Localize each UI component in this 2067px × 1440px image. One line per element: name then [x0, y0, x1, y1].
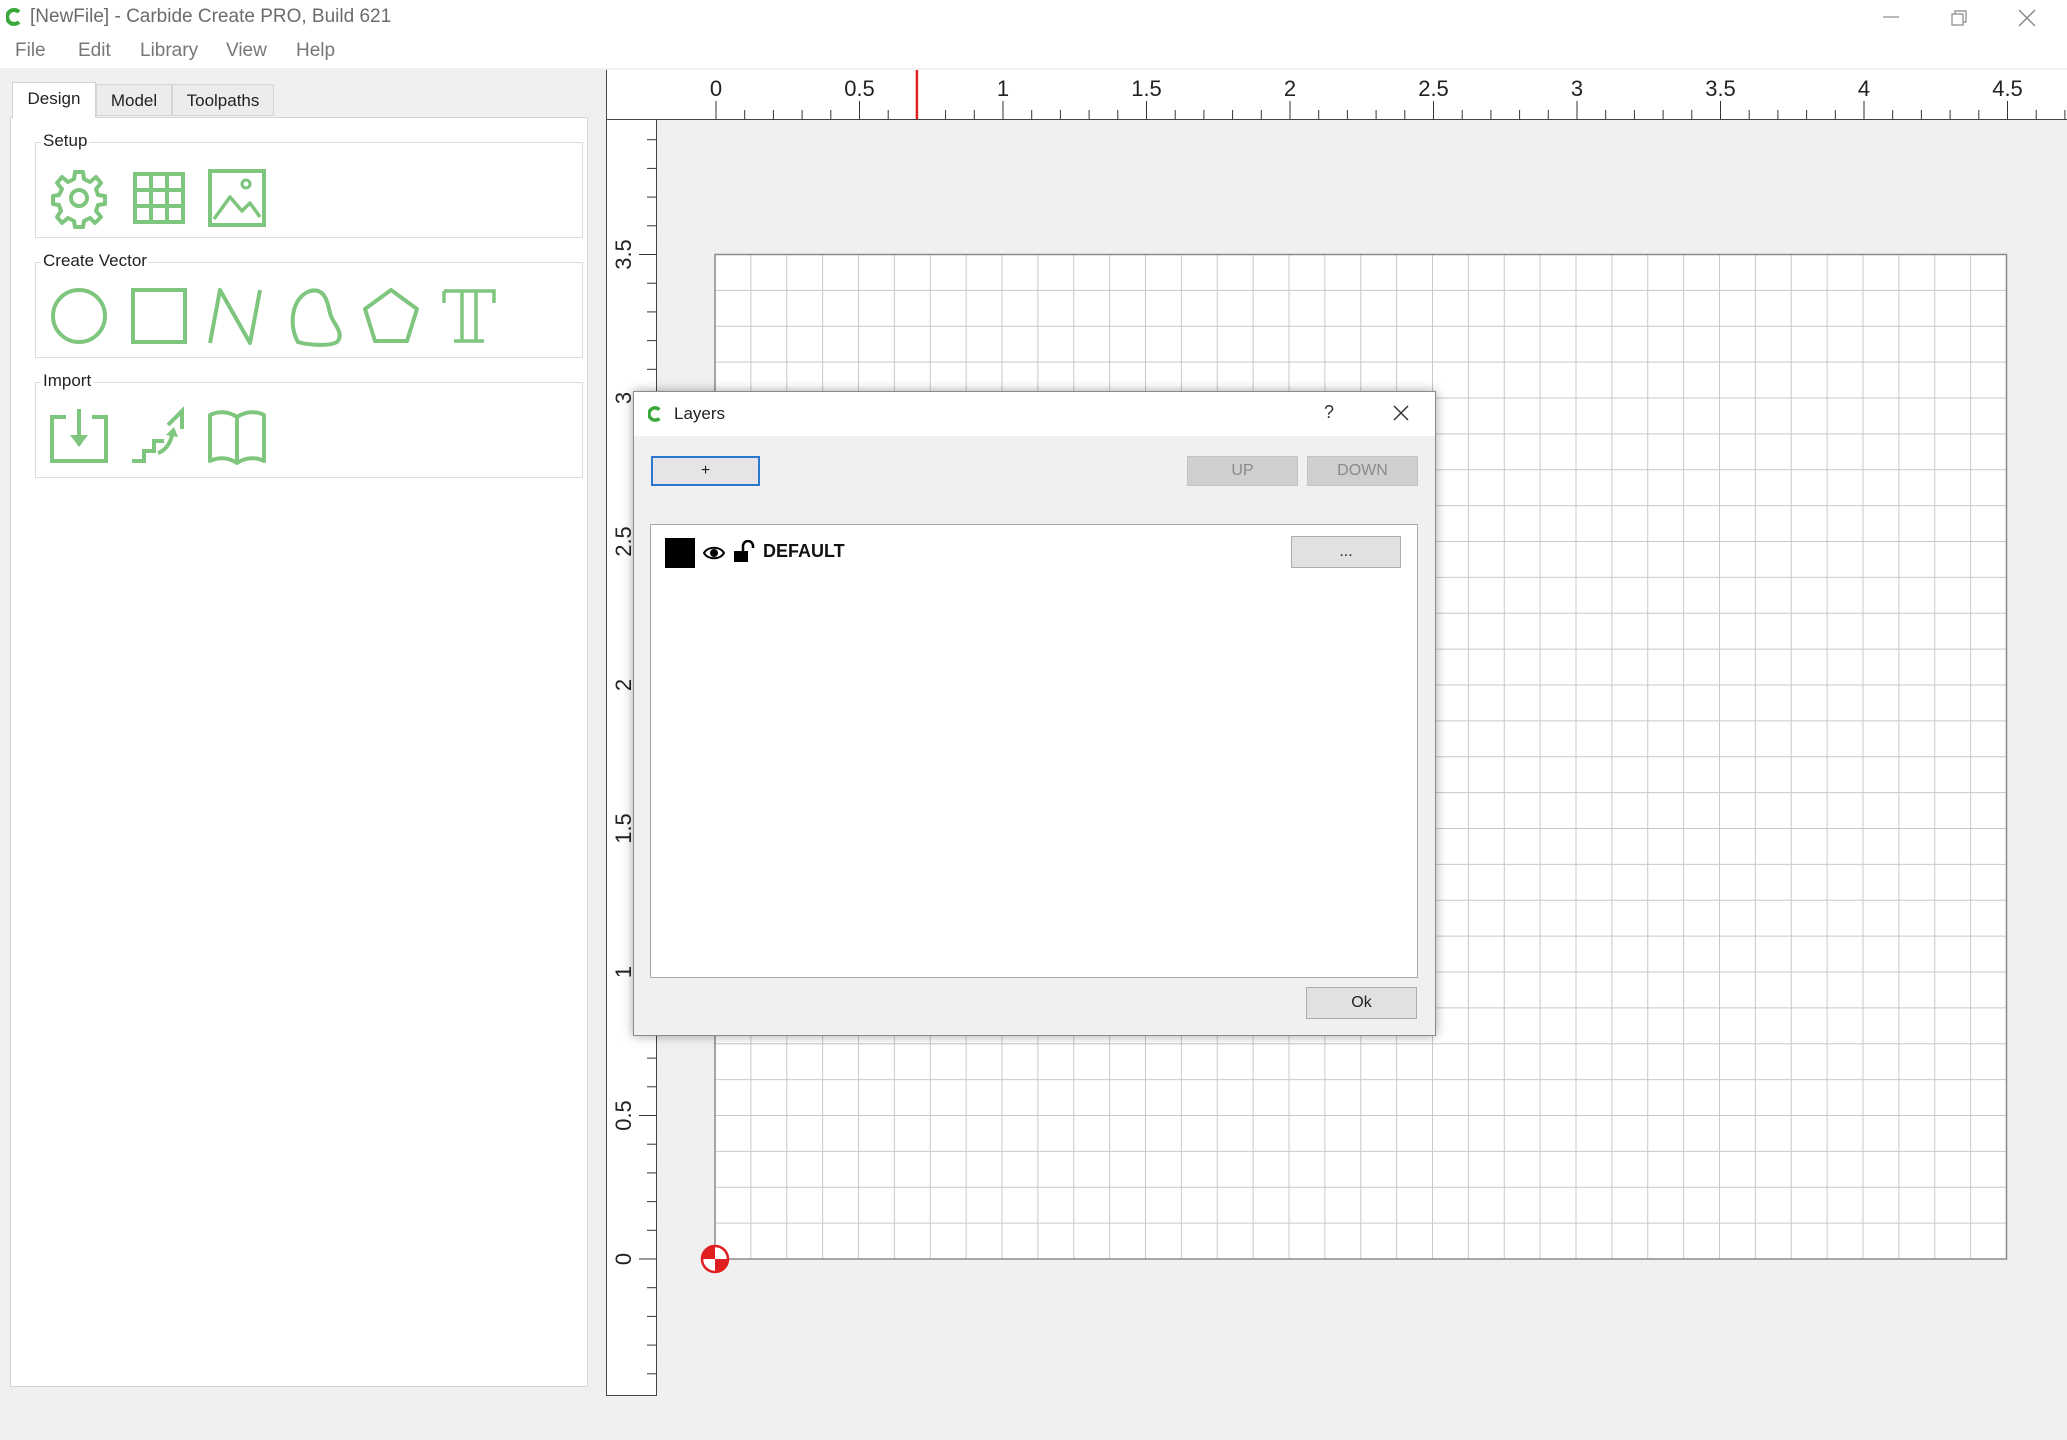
create-vector-group — [35, 262, 583, 358]
job-setup-button[interactable] — [48, 167, 110, 229]
horizontal-ruler: 0 0.5 1 1.5 2 2.5 3 3.5 4 4.5 — [606, 70, 2067, 120]
library-button[interactable] — [206, 405, 268, 467]
unlock-icon[interactable] — [733, 540, 755, 564]
ruler-label-x: 1.5 — [1131, 76, 1162, 101]
grid-icon — [133, 172, 185, 224]
ok-button[interactable]: Ok — [1306, 987, 1417, 1019]
tracing-icon — [132, 406, 184, 463]
curve-icon — [290, 288, 342, 347]
grid-setup-button[interactable] — [128, 167, 190, 229]
ruler-label-y: 3.5 — [611, 239, 636, 270]
menu-view[interactable]: View — [226, 40, 267, 62]
layers-dialog: Layers ? + UP DOWN DEFAULT ... Ok — [633, 391, 1436, 1036]
background-image-button[interactable] — [206, 167, 268, 229]
ruler-label-x: 0 — [710, 76, 722, 101]
ruler-label-y: 0 — [611, 1253, 636, 1265]
gear-icon — [51, 170, 107, 229]
import-group — [35, 382, 583, 478]
ruler-label-x: 3.5 — [1705, 76, 1736, 101]
polyline-icon — [208, 288, 262, 345]
eye-icon[interactable] — [703, 544, 725, 562]
move-down-button[interactable]: DOWN — [1307, 456, 1418, 486]
tab-toolpaths[interactable]: Toolpaths — [172, 84, 274, 116]
carbide-logo-icon — [648, 406, 661, 422]
menu-bar: File Edit Library View Help — [0, 34, 2067, 68]
circle-tool-button[interactable] — [48, 285, 110, 347]
layer-color-swatch[interactable] — [665, 538, 695, 568]
menu-edit[interactable]: Edit — [78, 40, 111, 62]
ruler-label-x: 2 — [1284, 76, 1296, 101]
menu-library[interactable]: Library — [140, 40, 198, 62]
ruler-label-x: 2.5 — [1418, 76, 1449, 101]
create-vector-label: Create Vector — [41, 251, 149, 271]
import-icon — [50, 409, 108, 463]
add-layer-button[interactable]: + — [651, 456, 760, 486]
restore-icon — [1951, 10, 1967, 26]
layer-row[interactable]: DEFAULT ... — [651, 535, 1417, 569]
polygon-tool-button[interactable] — [360, 285, 422, 347]
setup-group — [35, 142, 583, 238]
polyline-tool-button[interactable] — [204, 285, 266, 347]
tab-design[interactable]: Design — [12, 82, 96, 118]
import-label: Import — [41, 371, 94, 391]
dialog-title: Layers — [674, 404, 726, 423]
ruler-label-x: 4 — [1858, 76, 1870, 101]
ruler-label-x: 1 — [997, 76, 1009, 101]
origin-marker-icon — [700, 1244, 730, 1274]
ruler-label-x: 0.5 — [844, 76, 875, 101]
polygon-icon — [363, 288, 419, 343]
tab-model[interactable]: Model — [96, 84, 172, 116]
restore-button[interactable] — [1925, 0, 1993, 34]
design-panel: Setup Create Vector Import — [10, 117, 588, 1387]
library-icon — [208, 410, 266, 465]
image-icon — [208, 169, 266, 227]
layer-list: DEFAULT ... — [650, 524, 1418, 978]
ruler-label-x: 4.5 — [1992, 76, 2023, 101]
close-icon — [2018, 9, 2036, 27]
trace-image-button[interactable] — [128, 405, 190, 467]
curve-tool-button[interactable] — [284, 285, 346, 347]
text-tool-button[interactable] — [438, 285, 500, 347]
ruler-label-x: 3 — [1571, 76, 1583, 101]
layer-name: DEFAULT — [763, 541, 845, 561]
move-up-button[interactable]: UP — [1187, 456, 1298, 486]
import-vector-button[interactable] — [48, 405, 110, 467]
ruler-label-y: 0.5 — [611, 1100, 636, 1131]
close-button[interactable] — [1993, 0, 2061, 34]
dialog-close-icon[interactable] — [1392, 404, 1410, 422]
layer-options-button[interactable]: ... — [1291, 536, 1401, 568]
minimize-icon — [1883, 16, 1899, 18]
help-button[interactable]: ? — [1324, 402, 1334, 423]
menu-help[interactable]: Help — [296, 40, 335, 62]
carbide-logo-icon — [6, 8, 21, 26]
window-title: [NewFile] - Carbide Create PRO, Build 62… — [30, 6, 392, 27]
text-icon — [442, 289, 496, 343]
title-bar: [NewFile] - Carbide Create PRO, Build 62… — [0, 0, 2067, 34]
circle-icon — [51, 288, 107, 344]
setup-label: Setup — [41, 131, 90, 151]
minimize-button[interactable] — [1857, 0, 1925, 34]
rectangle-icon — [131, 288, 187, 344]
rectangle-tool-button[interactable] — [128, 285, 190, 347]
dialog-title-bar: Layers ? — [634, 392, 1435, 436]
menu-file[interactable]: File — [15, 40, 46, 62]
